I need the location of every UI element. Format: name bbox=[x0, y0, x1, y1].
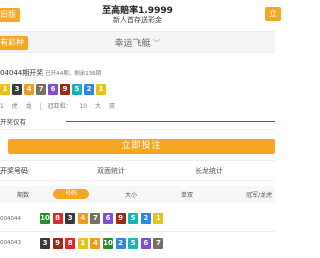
ticker-label: 开奖仅有 bbox=[0, 118, 26, 126]
result-ball: 5 bbox=[128, 213, 139, 224]
result-ball: 2 bbox=[115, 238, 126, 249]
stat-a: 1 bbox=[0, 103, 4, 110]
divider bbox=[0, 160, 275, 161]
lottery-selector[interactable]: 幸运飞艇 ﹀ bbox=[0, 36, 275, 49]
result-ball: 3 bbox=[12, 84, 22, 95]
result-ball: 9 bbox=[52, 238, 63, 249]
lottery-bar: 有彩种 幸运飞艇 ﹀ bbox=[0, 31, 275, 53]
history-issue: 004043 bbox=[0, 240, 21, 246]
divider bbox=[0, 180, 275, 181]
ticker-line bbox=[66, 121, 275, 122]
issue-progress: 已开44期，剩余136期 bbox=[45, 71, 102, 77]
top-header: 旧版 至高赔率1.9999 新人首存送彩金 立 bbox=[0, 0, 281, 30]
result-ball: 2 bbox=[84, 84, 94, 95]
promo-subtitle: 新人首存送彩金 bbox=[113, 16, 162, 24]
result-ball: 10 bbox=[103, 238, 113, 249]
filter-row: 期数 号码 大小 单双 冠军/龙虎 bbox=[0, 186, 275, 203]
tab-draw-numbers[interactable]: 开奖号码 bbox=[0, 166, 28, 176]
result-ball: 5 bbox=[128, 238, 139, 249]
divider bbox=[0, 231, 275, 232]
filter-champion-dragon-tiger[interactable]: 冠军/龙虎 bbox=[246, 190, 272, 199]
filter-parity[interactable]: 单双 bbox=[181, 190, 193, 199]
result-ball: 5 bbox=[72, 84, 82, 95]
result-ball: 4 bbox=[24, 84, 34, 95]
divider bbox=[0, 129, 275, 130]
chevron-down-icon: ﹀ bbox=[152, 39, 161, 48]
result-ball: 4 bbox=[77, 213, 88, 224]
result-ball: 6 bbox=[140, 238, 151, 249]
result-ball: 9 bbox=[115, 213, 126, 224]
result-ball: 7 bbox=[153, 238, 164, 249]
filter-numbers[interactable]: 号码 bbox=[53, 189, 90, 199]
result-ball: 8 bbox=[52, 213, 63, 224]
stat-divider bbox=[39, 103, 41, 110]
issue-label: 04044期开奖 bbox=[0, 69, 44, 77]
result-ball: 1 bbox=[0, 84, 10, 95]
champion-size: 大 bbox=[95, 103, 102, 110]
tab-two-sided-stats[interactable]: 双面统计 bbox=[97, 166, 125, 176]
history-issue: 004044 bbox=[0, 216, 21, 222]
result-ball: 8 bbox=[65, 238, 76, 249]
result-ball: 4 bbox=[90, 238, 101, 249]
result-ball: 3 bbox=[65, 213, 76, 224]
filter-size[interactable]: 大小 bbox=[125, 190, 137, 199]
bet-now-button[interactable]: 立即投注 bbox=[8, 139, 275, 154]
result-ball: 3 bbox=[40, 238, 50, 249]
result-ball: 9 bbox=[60, 84, 70, 95]
tab-long-dragon-stats[interactable]: 长龙统计 bbox=[195, 166, 223, 176]
result-ball: 2 bbox=[140, 213, 151, 224]
result-ball: 7 bbox=[36, 84, 46, 95]
champion-sum: 10 bbox=[79, 103, 88, 110]
result-ball: 1 bbox=[77, 238, 88, 249]
current-issue: 04044期开奖 已开44期，剩余136期 bbox=[0, 68, 101, 78]
result-ball: 1 bbox=[153, 213, 164, 224]
download-button[interactable]: 立 bbox=[265, 7, 281, 21]
champion-parity: 双 bbox=[108, 103, 115, 110]
stat-tiger: 虎 bbox=[11, 103, 18, 110]
champion-label: 冠亚和： bbox=[47, 103, 72, 110]
lottery-name: 幸运飞艇 bbox=[114, 39, 151, 49]
result-ball: 7 bbox=[90, 213, 101, 224]
result-ball: 6 bbox=[48, 84, 58, 95]
stat-dragon: 龙 bbox=[25, 103, 32, 110]
result-ball: 6 bbox=[103, 213, 113, 224]
result-ball: 1 bbox=[96, 84, 106, 95]
result-stats: 1 虎 龙 冠亚和： 10 大 双 bbox=[0, 101, 121, 110]
filter-issue[interactable]: 期数 bbox=[17, 190, 29, 199]
result-ball: 10 bbox=[40, 213, 50, 224]
